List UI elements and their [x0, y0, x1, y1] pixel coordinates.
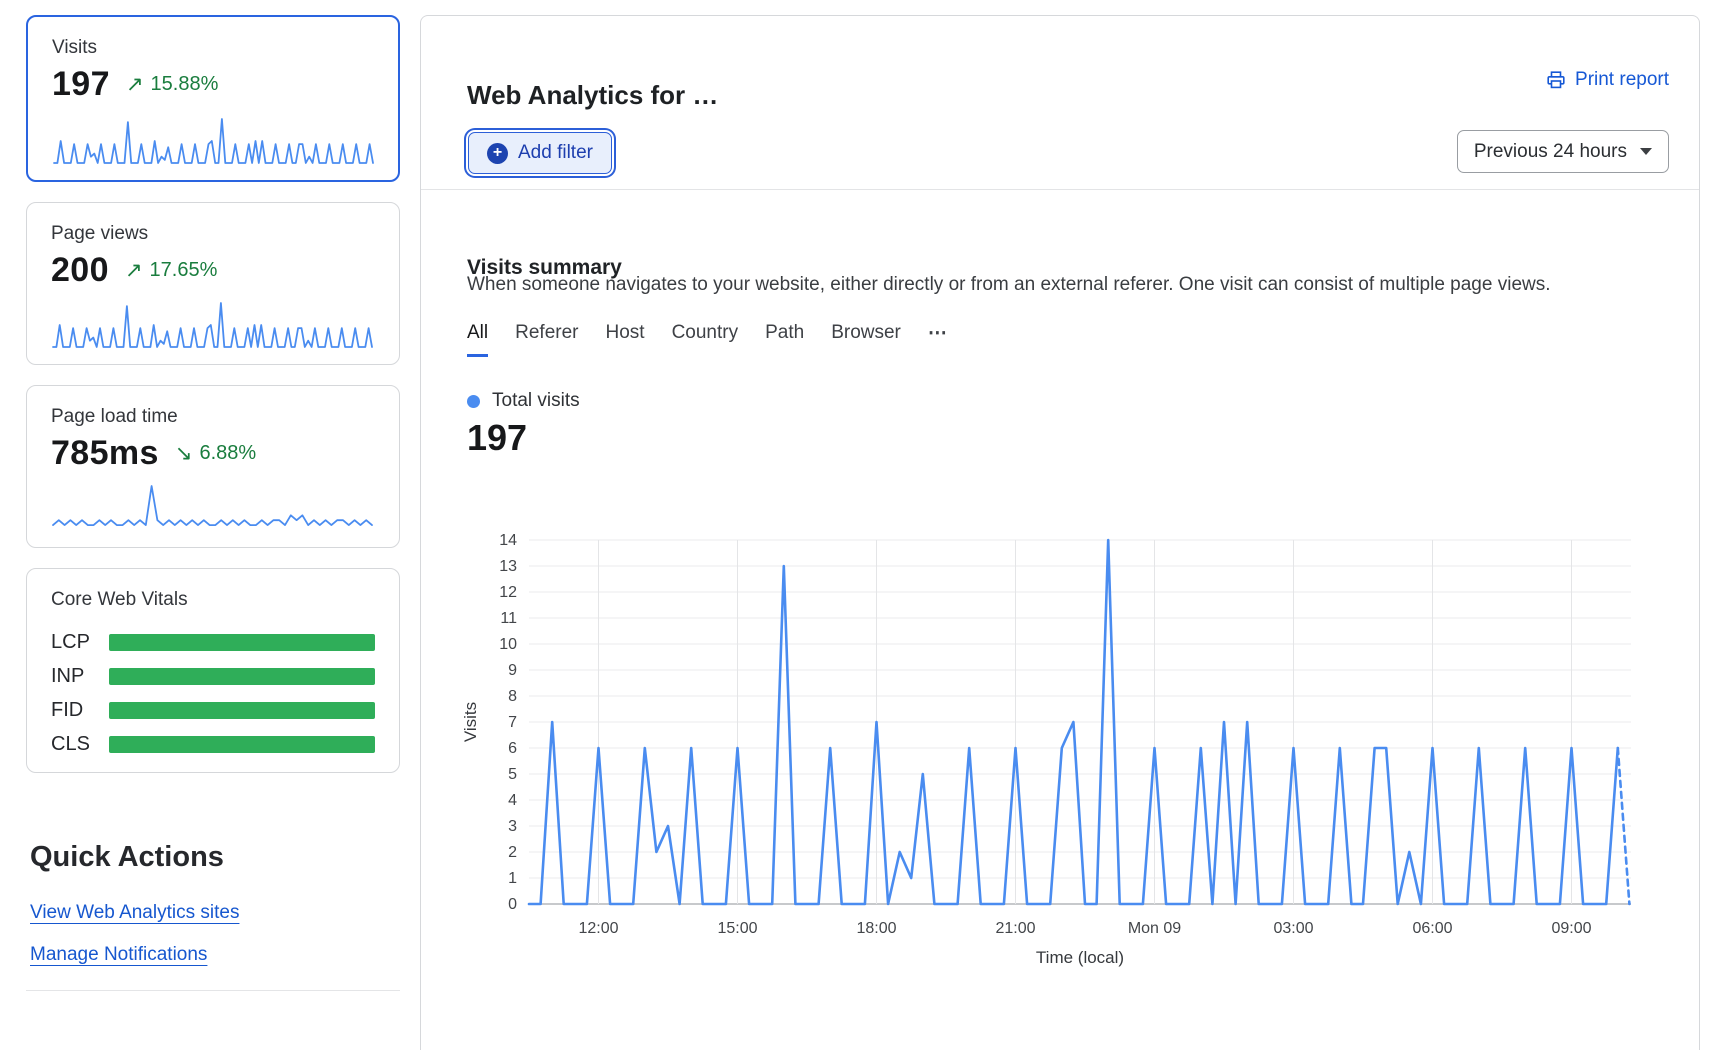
- cwv-label: LCP: [51, 631, 109, 654]
- core-web-vitals-card[interactable]: Core Web Vitals LCP INP FID CLS: [26, 568, 400, 773]
- svg-text:09:00: 09:00: [1551, 920, 1591, 937]
- metric-card-page-views[interactable]: Page views 200 ↗ 17.65%: [26, 202, 400, 365]
- svg-text:9: 9: [508, 662, 517, 679]
- cwv-bar-good: [109, 634, 375, 651]
- trend-up-icon: ↗: [126, 74, 144, 95]
- cwv-row-fid: FID: [51, 701, 375, 719]
- legend-dot-icon: [467, 395, 480, 408]
- time-range-dropdown[interactable]: Previous 24 hours: [1457, 130, 1669, 173]
- metrics-sidebar: Visits 197 ↗ 15.88% Page views 200 ↗ 17.…: [26, 15, 400, 991]
- svg-text:2: 2: [508, 844, 517, 861]
- metric-trend: ↗ 17.65%: [125, 259, 217, 282]
- cwv-label: CLS: [51, 733, 109, 756]
- cwv-label: INP: [51, 665, 109, 688]
- visits-chart: 0123456789101112131412:0015:0018:0021:00…: [441, 516, 1661, 986]
- svg-text:1: 1: [508, 870, 517, 887]
- manage-notifications-link[interactable]: Manage Notifications: [30, 944, 207, 966]
- page-title: Web Analytics for …: [467, 80, 718, 111]
- trend-down-icon: ↘: [175, 443, 193, 464]
- tab-host[interactable]: Host: [605, 322, 644, 357]
- metric-card-title: Page views: [51, 223, 375, 245]
- svg-text:5: 5: [508, 766, 517, 783]
- sidebar-divider: [26, 990, 400, 991]
- metric-card-title: Visits: [52, 37, 374, 59]
- page-views-sparkline: [51, 298, 375, 350]
- svg-text:18:00: 18:00: [856, 920, 896, 937]
- tab-country[interactable]: Country: [672, 322, 739, 357]
- metric-trend: ↗ 15.88%: [126, 73, 218, 96]
- cwv-label: FID: [51, 699, 109, 722]
- trend-value: 17.65%: [150, 259, 218, 282]
- core-web-vitals-rows: LCP INP FID CLS: [51, 633, 375, 753]
- svg-text:12: 12: [499, 584, 517, 601]
- svg-text:Time (local): Time (local): [1036, 948, 1124, 967]
- web-analytics-panel: Web Analytics for … Print report + Add f…: [420, 15, 1700, 1050]
- page-load-time-sparkline: [51, 481, 375, 533]
- svg-text:0: 0: [508, 896, 517, 913]
- svg-text:4: 4: [508, 792, 517, 809]
- metric-trend: ↘ 6.88%: [175, 442, 256, 465]
- core-web-vitals-title: Core Web Vitals: [51, 589, 375, 611]
- cwv-bar-good: [109, 668, 375, 685]
- tab-all[interactable]: All: [467, 322, 488, 357]
- add-filter-button[interactable]: + Add filter: [468, 132, 612, 174]
- tab-referer[interactable]: Referer: [515, 322, 578, 357]
- cwv-row-lcp: LCP: [51, 633, 375, 651]
- printer-icon: [1546, 70, 1566, 90]
- trend-value: 6.88%: [199, 442, 256, 465]
- tab-path[interactable]: Path: [765, 322, 804, 357]
- cwv-bar-good: [109, 736, 375, 753]
- svg-text:14: 14: [499, 532, 517, 549]
- svg-text:3: 3: [508, 818, 517, 835]
- trend-up-icon: ↗: [125, 260, 143, 281]
- svg-text:8: 8: [508, 688, 517, 705]
- trend-value: 15.88%: [151, 73, 219, 96]
- print-report-label: Print report: [1575, 69, 1669, 91]
- metric-value: 197: [52, 65, 110, 104]
- dimension-tabs: All Referer Host Country Path Browser ⋯: [467, 322, 949, 357]
- metric-value: 200: [51, 251, 109, 290]
- view-web-analytics-sites-link[interactable]: View Web Analytics sites: [30, 902, 239, 924]
- total-visits-value: 197: [467, 417, 527, 459]
- legend-label: Total visits: [492, 390, 580, 412]
- print-report-link[interactable]: Print report: [1546, 69, 1669, 91]
- time-range-label: Previous 24 hours: [1474, 141, 1627, 163]
- svg-text:6: 6: [508, 740, 517, 757]
- tab-more-ellipsis[interactable]: ⋯: [928, 322, 949, 357]
- tab-browser[interactable]: Browser: [831, 322, 901, 357]
- legend-total-visits[interactable]: Total visits: [467, 390, 580, 412]
- chevron-down-icon: [1640, 148, 1652, 155]
- plus-icon: +: [487, 143, 508, 164]
- cwv-row-cls: CLS: [51, 735, 375, 753]
- svg-text:06:00: 06:00: [1412, 920, 1452, 937]
- svg-text:Mon 09: Mon 09: [1128, 920, 1181, 937]
- visits-summary-description: When someone navigates to your website, …: [467, 274, 1551, 296]
- quick-actions-title: Quick Actions: [30, 841, 400, 874]
- svg-text:7: 7: [508, 714, 517, 731]
- svg-text:11: 11: [500, 610, 517, 627]
- svg-text:13: 13: [499, 558, 517, 575]
- add-filter-label: Add filter: [518, 142, 593, 164]
- metric-card-page-load-time[interactable]: Page load time 785ms ↘ 6.88%: [26, 385, 400, 548]
- svg-text:10: 10: [499, 636, 517, 653]
- cwv-bar-good: [109, 702, 375, 719]
- cwv-row-inp: INP: [51, 667, 375, 685]
- header-divider: [421, 189, 1699, 190]
- svg-text:Visits: Visits: [461, 702, 480, 742]
- svg-text:03:00: 03:00: [1273, 920, 1313, 937]
- metric-card-title: Page load time: [51, 406, 375, 428]
- svg-text:12:00: 12:00: [578, 920, 618, 937]
- visits-sparkline: [52, 114, 374, 166]
- svg-text:15:00: 15:00: [717, 920, 757, 937]
- metric-card-visits[interactable]: Visits 197 ↗ 15.88%: [26, 15, 400, 182]
- svg-text:21:00: 21:00: [995, 920, 1035, 937]
- metric-value: 785ms: [51, 434, 159, 473]
